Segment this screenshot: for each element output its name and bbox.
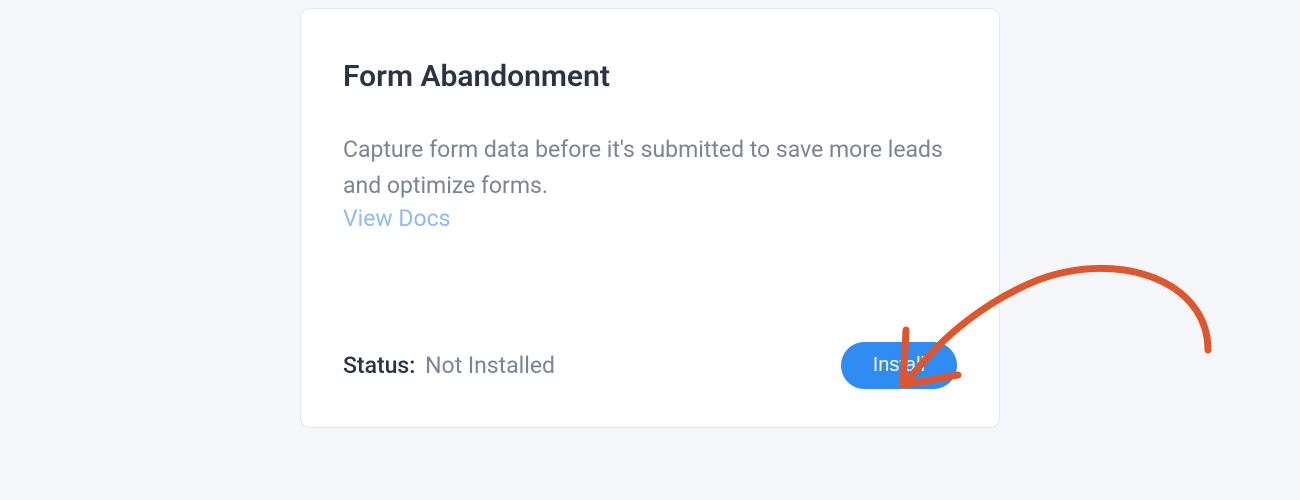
view-docs-link[interactable]: View Docs	[343, 205, 957, 232]
install-button[interactable]: Install	[841, 342, 957, 389]
status-value: Not Installed	[425, 352, 555, 379]
card-footer: Status: Not Installed Install	[343, 342, 957, 389]
status-label: Status:	[343, 352, 415, 379]
status-text: Status: Not Installed	[343, 352, 555, 379]
addon-card: Form Abandonment Capture form data befor…	[300, 8, 1000, 428]
card-description: Capture form data before it's submitted …	[343, 132, 957, 203]
card-title: Form Abandonment	[343, 59, 957, 94]
layout-spacer	[343, 232, 957, 342]
